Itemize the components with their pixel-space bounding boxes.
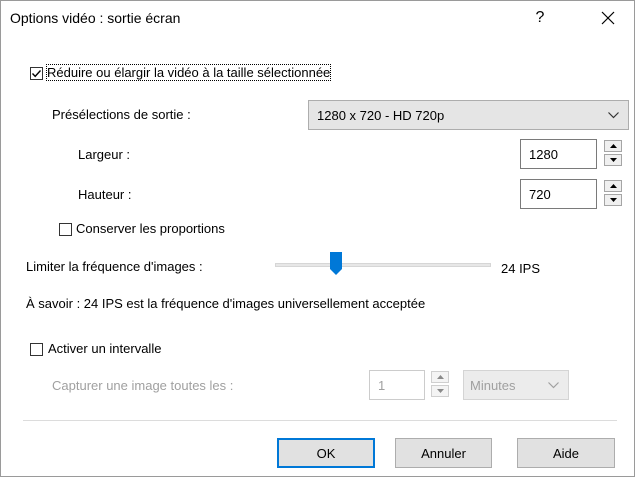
caret-up-icon — [609, 144, 617, 148]
help-button-label: Aide — [552, 445, 580, 461]
width-increment-button[interactable] — [604, 140, 622, 152]
width-label: Largeur : — [78, 147, 131, 162]
help-button[interactable]: Aide — [517, 438, 615, 468]
presets-selected-value: 1280 x 720 - HD 720p — [317, 108, 445, 123]
chevron-down-icon — [608, 112, 619, 119]
interval-checkbox[interactable] — [30, 343, 43, 356]
close-button[interactable] — [585, 1, 631, 35]
interval-increment-button[interactable] — [431, 371, 449, 383]
resize-label[interactable]: Réduire ou élargir la vidéo à la taille … — [45, 64, 332, 81]
chevron-down-icon — [548, 382, 559, 389]
interval-spinner — [431, 371, 449, 399]
interval-decrement-button[interactable] — [431, 385, 449, 397]
interval-unit-select[interactable]: Minutes — [463, 370, 569, 400]
help-title-button[interactable]: ? — [521, 1, 559, 35]
caret-up-icon — [609, 184, 617, 188]
height-increment-button[interactable] — [604, 180, 622, 192]
dialog-title: Options vidéo : sortie écran — [10, 10, 181, 26]
capture-interval-label: Capturer une image toutes les : — [52, 378, 234, 393]
width-input[interactable]: 1280 — [520, 139, 597, 169]
height-input[interactable]: 720 — [520, 179, 597, 209]
video-options-dialog: Options vidéo : sortie écran ? Réduire o… — [0, 0, 635, 477]
framerate-slider-track[interactable] — [275, 263, 491, 267]
ok-button[interactable]: OK — [277, 438, 375, 468]
ok-button-label: OK — [316, 445, 336, 461]
caret-down-icon — [609, 158, 617, 162]
interval-label[interactable]: Activer un intervalle — [48, 341, 161, 356]
framerate-slider-thumb[interactable] — [330, 252, 342, 276]
resize-checkbox[interactable] — [30, 67, 43, 80]
framerate-tip: À savoir : 24 IPS est la fréquence d'ima… — [26, 296, 426, 311]
width-value: 1280 — [529, 147, 558, 162]
interval-unit-value: Minutes — [470, 378, 516, 393]
caret-down-icon — [436, 389, 444, 393]
height-label: Hauteur : — [78, 187, 132, 202]
caret-down-icon — [609, 198, 617, 202]
presets-select[interactable]: 1280 x 720 - HD 720p — [308, 100, 629, 130]
presets-label: Présélections de sortie : — [52, 107, 191, 122]
proportions-checkbox[interactable] — [59, 223, 72, 236]
cancel-button[interactable]: Annuler — [395, 438, 492, 468]
framerate-label: Limiter la fréquence d'images : — [26, 259, 203, 274]
title-bar: Options vidéo : sortie écran ? — [1, 1, 634, 35]
divider — [23, 420, 617, 421]
interval-value-input[interactable]: 1 — [369, 370, 425, 400]
caret-up-icon — [436, 375, 444, 379]
interval-value: 1 — [378, 378, 386, 393]
height-decrement-button[interactable] — [604, 194, 622, 206]
width-decrement-button[interactable] — [604, 154, 622, 166]
proportions-label[interactable]: Conserver les proportions — [76, 221, 225, 236]
question-icon: ? — [535, 9, 545, 26]
height-spinner — [604, 180, 622, 208]
close-icon — [601, 11, 615, 25]
cancel-button-label: Annuler — [421, 445, 466, 461]
framerate-value: 24 IPS — [501, 261, 541, 276]
height-value: 720 — [529, 187, 551, 202]
width-spinner — [604, 140, 622, 168]
checkmark-icon — [31, 70, 42, 78]
